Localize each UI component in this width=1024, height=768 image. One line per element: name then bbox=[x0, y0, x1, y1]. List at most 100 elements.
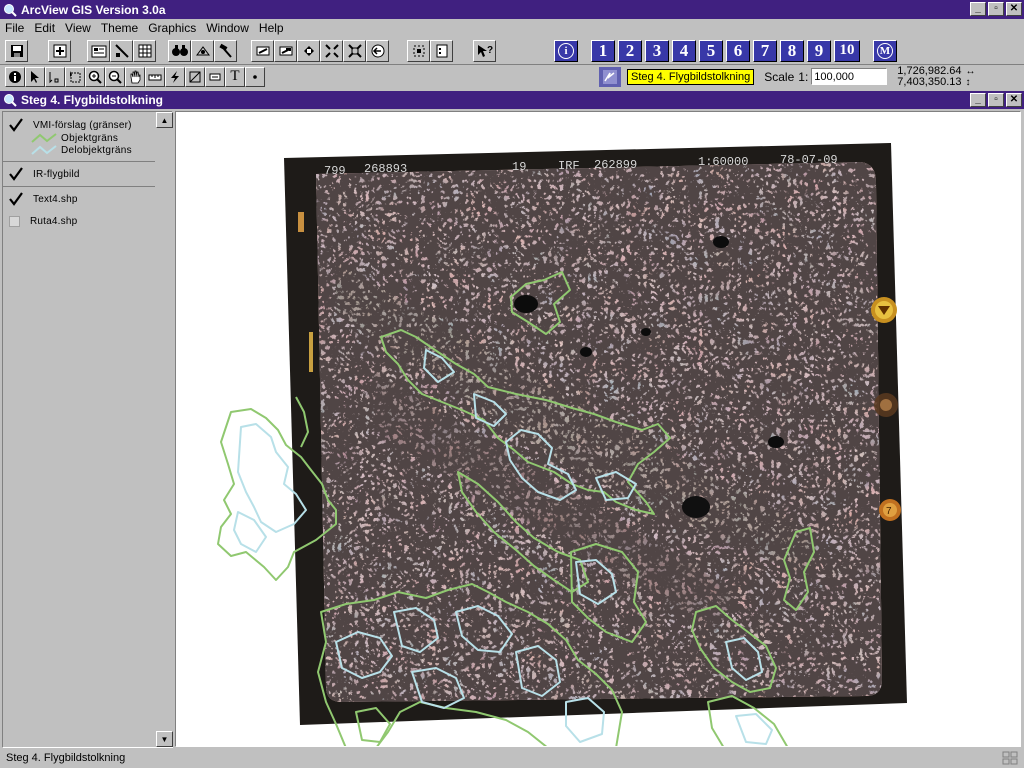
theme-name: Ruta4.shp bbox=[30, 215, 78, 227]
step-7-button[interactable]: 7 bbox=[753, 39, 777, 62]
label-tool[interactable] bbox=[205, 66, 225, 87]
menu-theme[interactable]: Theme bbox=[96, 21, 143, 35]
menu-help[interactable]: Help bbox=[254, 21, 289, 35]
zoom-active-themes-button[interactable] bbox=[274, 39, 297, 62]
add-theme-button[interactable] bbox=[48, 39, 71, 62]
label-icon bbox=[209, 73, 221, 80]
view-frame-icon bbox=[603, 69, 617, 84]
identify-tool[interactable] bbox=[5, 66, 25, 87]
map-canvas[interactable]: 799 268893 19 IRF 262899 1:60000 78-07-0… bbox=[175, 111, 1021, 747]
theme-entry-ruta4[interactable]: Ruta4.shp bbox=[3, 211, 155, 231]
step-1-button[interactable]: 1 bbox=[591, 39, 615, 62]
step-10-button[interactable]: 10 bbox=[834, 39, 860, 62]
hotlink-tool[interactable] bbox=[165, 66, 185, 87]
save-project-button[interactable] bbox=[5, 39, 28, 62]
zoom-out-tool[interactable] bbox=[105, 66, 125, 87]
locate-address-button[interactable] bbox=[191, 39, 214, 62]
theme-entry-text4[interactable]: Text4.shp bbox=[3, 187, 155, 211]
theme-entry-ir-flygbild[interactable]: IR-flygbild bbox=[3, 162, 155, 187]
pointer-tool[interactable] bbox=[25, 66, 45, 87]
scale-input[interactable] bbox=[811, 68, 888, 85]
theme-visible-checkbox[interactable] bbox=[9, 167, 23, 181]
theme-properties-button[interactable] bbox=[87, 39, 110, 62]
menu-bar: File Edit View Theme Graphics Window Hel… bbox=[0, 19, 1024, 37]
open-table-icon bbox=[138, 44, 151, 57]
resize-grip-icon[interactable] bbox=[1002, 751, 1018, 765]
save-project-icon bbox=[10, 44, 23, 57]
open-table-button[interactable] bbox=[133, 39, 156, 62]
theme-visible-checkbox[interactable] bbox=[9, 192, 23, 206]
scroll-down-button[interactable]: ▼ bbox=[156, 731, 173, 747]
photo-id: 799 bbox=[324, 164, 346, 178]
cursor-coordinates: 1,726,982.64 7,403,350.13 bbox=[897, 65, 962, 88]
menu-edit[interactable]: Edit bbox=[29, 21, 60, 35]
svg-text:?: ? bbox=[487, 45, 493, 56]
identify-icon bbox=[9, 70, 21, 83]
clear-selection-button[interactable] bbox=[430, 39, 453, 62]
select-feature-tool[interactable] bbox=[65, 66, 85, 87]
pointer-icon bbox=[31, 70, 39, 83]
zoom-out-button[interactable] bbox=[343, 39, 366, 62]
restore-icon: ▫ bbox=[994, 3, 998, 14]
legend-label: Delobjektgräns bbox=[61, 144, 132, 156]
zoom-full-extent-button[interactable] bbox=[251, 39, 274, 62]
pan-tool[interactable] bbox=[125, 66, 145, 87]
zoom-in-tool[interactable] bbox=[85, 66, 105, 87]
select-by-theme-button[interactable] bbox=[407, 39, 430, 62]
coord-y: 7,403,350.13 bbox=[897, 75, 962, 88]
info-button[interactable]: i bbox=[554, 39, 578, 62]
theme-visible-checkbox[interactable] bbox=[9, 215, 20, 227]
close-button[interactable]: ✕ bbox=[1006, 2, 1022, 16]
vertex-edit-tool[interactable] bbox=[45, 66, 65, 87]
view-minimize-button[interactable]: _ bbox=[970, 93, 986, 107]
scale-prefix: 1: bbox=[798, 69, 809, 84]
locate-address-icon bbox=[195, 45, 210, 55]
help-icon: ? bbox=[477, 44, 493, 57]
measure-icon bbox=[148, 74, 162, 80]
step-5-button[interactable]: 5 bbox=[699, 39, 723, 62]
edit-legend-button[interactable] bbox=[110, 39, 133, 62]
draw-point-tool[interactable] bbox=[245, 66, 265, 87]
view-maximize-button[interactable]: ▫ bbox=[988, 93, 1004, 107]
view-frame-button[interactable] bbox=[599, 66, 621, 87]
step-4-button[interactable]: 4 bbox=[672, 39, 696, 62]
text-tool[interactable]: T bbox=[225, 66, 245, 87]
theme-visible-checkbox[interactable] bbox=[9, 118, 23, 132]
zoom-selected-button[interactable] bbox=[297, 39, 320, 62]
help-button[interactable]: ? bbox=[473, 39, 496, 62]
checkmark-icon bbox=[9, 118, 23, 132]
view-close-button[interactable]: ✕ bbox=[1006, 93, 1022, 107]
menu-window[interactable]: Window bbox=[201, 21, 254, 35]
step-8-button[interactable]: 8 bbox=[780, 39, 804, 62]
step-3-button[interactable]: 3 bbox=[645, 39, 669, 62]
delobjektgrans-line-symbol bbox=[31, 145, 57, 155]
info-icon: i bbox=[558, 42, 574, 59]
delobjektgrans-polygon bbox=[233, 511, 267, 553]
theme-entry-vmi[interactable]: VMI-förslag (gränser) Objektgräns Delobj… bbox=[3, 112, 155, 162]
query-builder-button[interactable] bbox=[214, 39, 237, 62]
menu-view[interactable]: View bbox=[60, 21, 96, 35]
step-6-button[interactable]: 6 bbox=[726, 39, 750, 62]
vertical-arrows-icon: ↕ bbox=[965, 76, 971, 88]
toc-scrollbar[interactable]: ▲ ▼ bbox=[156, 112, 173, 747]
area-of-interest-tool[interactable] bbox=[185, 66, 205, 87]
text-tool-icon: T bbox=[230, 68, 240, 84]
map-svg[interactable]: 799 268893 19 IRF 262899 1:60000 78-07-0… bbox=[176, 112, 1021, 747]
zoom-previous-button[interactable] bbox=[366, 39, 389, 62]
main-menu-button[interactable]: M bbox=[873, 39, 897, 62]
menu-file[interactable]: File bbox=[0, 21, 29, 35]
step-2-button[interactable]: 2 bbox=[618, 39, 642, 62]
menu-graphics[interactable]: Graphics bbox=[143, 21, 201, 35]
zoom-in-button[interactable] bbox=[320, 39, 343, 62]
close-icon: ✕ bbox=[1009, 3, 1019, 14]
measure-tool[interactable] bbox=[145, 66, 165, 87]
minimize-button[interactable]: _ bbox=[970, 2, 986, 16]
theme-list: VMI-förslag (gränser) Objektgräns Delobj… bbox=[3, 112, 155, 747]
tool-bar: T Steg 4. Flygbildstolkning Scale 1: 1,7… bbox=[0, 64, 1024, 88]
scroll-up-button[interactable]: ▲ bbox=[156, 112, 173, 128]
maximize-button[interactable]: ▫ bbox=[988, 2, 1004, 16]
step-9-button[interactable]: 9 bbox=[807, 39, 831, 62]
theme-properties-icon bbox=[91, 45, 106, 57]
find-button[interactable] bbox=[168, 39, 191, 62]
arrow-up-icon: ▲ bbox=[160, 115, 169, 125]
